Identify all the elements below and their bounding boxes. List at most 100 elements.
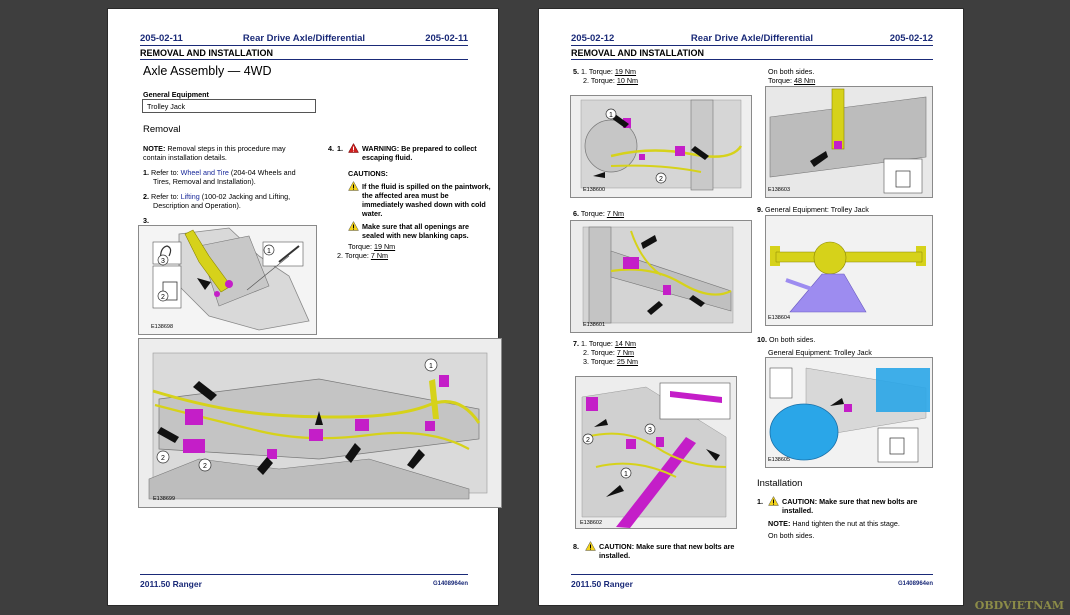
removal-heading: Removal — [143, 124, 181, 135]
torque-value: 7 Nm — [370, 251, 389, 260]
step-9-text: General Equipment: Trolley Jack — [765, 205, 869, 214]
step-10-text: On both sides. — [769, 335, 816, 344]
step-1-line-2: Tires, Removal and Installation). — [153, 177, 256, 186]
svg-text:3: 3 — [648, 427, 652, 434]
step-5-sub-2: 2. Torque: 10 Nm — [583, 76, 638, 85]
step-5: 5. 1. Torque: 19 Nm — [573, 67, 636, 76]
step-6: 6. Torque: 7 Nm — [573, 209, 624, 218]
warning-icon — [348, 143, 359, 153]
torque-label: Torque: — [590, 348, 615, 357]
caution-icon — [348, 221, 359, 231]
figure-id: E138698 — [151, 324, 174, 330]
step-7: 7. 1. Torque: 14 Nm — [573, 339, 636, 348]
note-text: Hand tighten the nut at this stage. — [792, 519, 900, 528]
torque-label: Torque: — [590, 76, 615, 85]
step-number: 10. — [757, 335, 767, 344]
section-title: REMOVAL AND INSTALLATION — [140, 48, 273, 58]
header-section-number-right: 205-02-12 — [889, 33, 933, 44]
header-section-number-right: 205-02-11 — [425, 33, 468, 44]
caution-2-line-1: Make sure that all openings are — [362, 222, 470, 231]
figure-step-3: 1 3 2 E138698 — [138, 225, 317, 335]
note-text-2: contain installation details. — [143, 153, 227, 162]
section-rule — [571, 59, 933, 60]
step-7-sub-2: 2. Torque: 7 Nm — [583, 348, 634, 357]
svg-text:2: 2 — [203, 463, 207, 470]
sub-step-number: 1. — [581, 339, 587, 348]
header-rule — [140, 45, 468, 46]
figure-id: E138604 — [768, 315, 791, 321]
torque-value: 7 Nm — [606, 209, 625, 218]
general-equipment-value: Trolley Jack — [147, 102, 186, 111]
footer-model: 2011.50 Ranger — [571, 579, 633, 589]
section-rule — [140, 59, 468, 60]
step-4-number: 4. — [328, 144, 334, 153]
torque-label: Torque: — [590, 357, 615, 366]
torque-label: Torque: — [768, 76, 792, 85]
step-2: 2. Refer to: Lifting (100-02 Jacking and… — [143, 192, 290, 201]
installation-heading: Installation — [757, 478, 803, 489]
step-number: 5. — [573, 67, 579, 76]
refer-label: Refer to: — [151, 168, 179, 177]
step-10: 10. On both sides. — [757, 335, 815, 344]
sub-step-number: 2. — [337, 251, 343, 260]
header-rule — [571, 45, 933, 46]
figure-id: E138699 — [153, 496, 176, 502]
step-number: 6. — [573, 209, 579, 218]
lifting-link[interactable]: Lifting — [181, 192, 200, 201]
installation-on-both-sides: On both sides. — [768, 531, 815, 540]
torque-value: 25 Nm — [616, 357, 639, 366]
svg-text:1: 1 — [609, 112, 613, 119]
note-text-1: Removal steps in this procedure may — [167, 144, 286, 153]
header-title: Rear Drive Axle/Differential — [690, 33, 814, 44]
page-header: 205-02-11 Rear Drive Axle/Differential 2… — [140, 33, 468, 45]
step-number: 2. — [143, 192, 149, 201]
figure-id: E138603 — [768, 187, 791, 193]
step-2-line-2: Description and Operation). — [153, 201, 241, 210]
procedure-title: Axle Assembly — 4WD — [143, 64, 272, 78]
figure-step-5: 1 2 E138600 — [570, 95, 752, 198]
torque-value: 7 Nm — [616, 348, 635, 357]
svg-text:2: 2 — [586, 437, 590, 444]
step-9: 9. General Equipment: Trolley Jack — [757, 205, 869, 214]
general-equipment-box: Trolley Jack — [142, 99, 316, 113]
torque-1: Torque: 19 Nm — [348, 242, 395, 251]
figure-id: E138601 — [583, 322, 606, 328]
torque-value: 19 Nm — [614, 67, 637, 76]
manual-page-left: 205-02-11 Rear Drive Axle/Differential 2… — [107, 8, 502, 606]
manual-page-right: 205-02-12 Rear Drive Axle/Differential 2… — [538, 8, 964, 606]
step-4-sub-1: 1. — [337, 144, 343, 153]
page-footer: 2011.50 Ranger G1408964en — [140, 579, 468, 589]
figure-id: E138602 — [580, 520, 603, 526]
installation-note: NOTE: Hand tighten the nut at this stage… — [768, 519, 900, 528]
header-title: Rear Drive Axle/Differential — [242, 33, 366, 44]
svg-text:1: 1 — [267, 248, 271, 255]
step-3-number: 3. — [143, 216, 149, 225]
figure-axle-overview: 2 2 1 E138699 — [138, 338, 502, 508]
installation-caution-2: installed. — [782, 506, 814, 515]
wheel-and-tire-link[interactable]: Wheel and Tire — [181, 168, 229, 177]
torque-label: Torque: — [344, 251, 369, 260]
caution-1-line-4: water. — [362, 209, 383, 218]
torque-label: Torque: — [588, 339, 613, 348]
step-8-caution-1: CAUTION: Make sure that new bolts are — [599, 542, 735, 551]
sub-step-number: 2. — [583, 348, 589, 357]
sub-step-number: 3. — [583, 357, 589, 366]
footer-doc-id: G1408964en — [897, 581, 933, 587]
torque-value: 10 Nm — [616, 76, 639, 85]
torque-2: 2. Torque: 7 Nm — [337, 251, 388, 260]
caution-2-line-2: sealed with new blanking caps. — [362, 231, 469, 240]
note-line-1: NOTE: Removal steps in this procedure ma… — [143, 144, 286, 153]
caution-icon — [348, 181, 359, 191]
footer-rule — [140, 574, 468, 575]
torque-value: 19 Nm — [373, 242, 396, 251]
note-label: NOTE: — [143, 144, 166, 153]
installation-caution-1: CAUTION: Make sure that new bolts are — [782, 497, 918, 506]
figure-step-6: E138601 — [570, 220, 752, 333]
figure-id: E138600 — [583, 187, 606, 193]
svg-text:2: 2 — [161, 294, 165, 301]
watermark: OBDVIETNAM — [974, 599, 1064, 612]
svg-text:2: 2 — [659, 176, 663, 183]
warning-line-2: escaping fluid. — [362, 153, 413, 162]
installation-step-1-number: 1. — [757, 497, 763, 506]
footer-doc-id: G1408964en — [432, 581, 468, 587]
